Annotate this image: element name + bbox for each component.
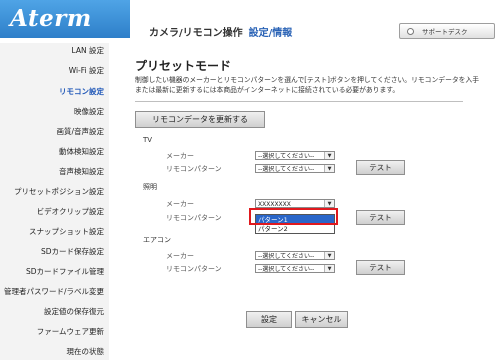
- light-pattern-label: リモコンパターン: [166, 214, 222, 222]
- section-light-heading: 照明: [143, 183, 157, 191]
- sidebar-item-status[interactable]: 現在の状態: [67, 346, 105, 357]
- light-maker-label: メーカー: [166, 200, 194, 208]
- sidebar-item-lan[interactable]: LAN 設定: [72, 45, 104, 56]
- tv-maker-select[interactable]: --選択してください-- ▼: [255, 151, 335, 160]
- light-maker-value: XXXXXXXX: [258, 201, 291, 208]
- sidebar-item-admin-password[interactable]: 管理者パスワード/ラベル変更: [4, 286, 104, 297]
- sidebar-item-video[interactable]: 映像設定: [74, 106, 104, 117]
- description-text: 制御したい機器のメーカーとリモコンパターンを選んで[テスト]ボタンを押してくださ…: [135, 76, 480, 94]
- chevron-down-icon: ▼: [324, 165, 334, 172]
- highlight-box: [249, 208, 338, 225]
- aircon-maker-select[interactable]: --選択してください-- ▼: [255, 251, 335, 260]
- chevron-down-icon: ▼: [324, 200, 334, 207]
- dropdown-option-pattern2[interactable]: パターン2: [256, 225, 334, 234]
- sidebar-item-remote[interactable]: リモコン設定: [59, 86, 104, 97]
- save-button[interactable]: 設定: [246, 311, 292, 328]
- sidebar-item-quality-audio[interactable]: 画質/音声設定: [56, 126, 104, 137]
- header-title-sub: 設定/情報: [248, 28, 293, 39]
- header: Aterm カメラ/リモコン操作 設定/情報 サポートデスク: [0, 0, 500, 44]
- tv-maker-value: --選択してください--: [258, 153, 315, 160]
- sidebar-item-backup-restore[interactable]: 設定値の保存復元: [44, 306, 104, 317]
- header-title-main: カメラ/リモコン操作: [149, 28, 243, 39]
- chevron-down-icon: ▼: [324, 152, 334, 159]
- tv-pattern-select[interactable]: --選択してください-- ▼: [255, 164, 335, 173]
- light-test-button[interactable]: テスト: [356, 210, 405, 225]
- chevron-down-icon: ▼: [324, 265, 334, 272]
- sidebar-item-firmware[interactable]: ファームウェア更新: [37, 326, 104, 337]
- aircon-maker-label: メーカー: [166, 252, 194, 260]
- aircon-pattern-label: リモコンパターン: [166, 265, 222, 273]
- sidebar-item-sound-detect[interactable]: 音声検知設定: [59, 166, 104, 177]
- aircon-pattern-select[interactable]: --選択してください-- ▼: [255, 264, 335, 273]
- sidebar-item-sd-save[interactable]: SDカード保存設定: [41, 246, 104, 257]
- page-header-title: カメラ/リモコン操作 設定/情報: [149, 24, 292, 39]
- logo-text: Aterm: [10, 5, 92, 32]
- chevron-down-icon: ▼: [324, 252, 334, 259]
- aircon-pattern-value: --選択してください--: [258, 266, 315, 273]
- sidebar-item-preset-position[interactable]: プリセットポジション設定: [14, 186, 104, 197]
- section-tv-heading: TV: [143, 136, 153, 144]
- sidebar-nav: LAN 設定 Wi-Fi 設定 リモコン設定 映像設定 画質/音声設定 動体検知…: [0, 43, 109, 360]
- aircon-maker-value: --選択してください--: [258, 253, 315, 260]
- tv-maker-label: メーカー: [166, 152, 194, 160]
- cancel-button[interactable]: キャンセル: [295, 311, 348, 328]
- sidebar-item-sd-files[interactable]: SDカードファイル管理: [26, 266, 104, 277]
- tv-pattern-label: リモコンパターン: [166, 165, 222, 173]
- update-remote-data-button[interactable]: リモコンデータを更新する: [135, 111, 265, 128]
- sidebar-item-snapshot[interactable]: スナップショット設定: [29, 226, 104, 237]
- light-maker-select[interactable]: XXXXXXXX ▼: [255, 199, 335, 208]
- aterm-logo[interactable]: Aterm: [0, 0, 130, 38]
- section-aircon-heading: エアコン: [143, 236, 171, 244]
- main-content: プリセットモード 制御したい機器のメーカーとリモコンパターンを選んで[テスト]ボ…: [109, 43, 500, 360]
- support-desk-button[interactable]: サポートデスク: [399, 23, 495, 39]
- divider: [135, 101, 463, 102]
- sidebar-item-wifi[interactable]: Wi-Fi 設定: [69, 65, 104, 76]
- page-title: プリセットモード: [135, 59, 232, 73]
- tv-pattern-value: --選択してください--: [258, 166, 315, 173]
- aircon-test-button[interactable]: テスト: [356, 260, 405, 275]
- sidebar-item-motion[interactable]: 動体検知設定: [59, 146, 104, 157]
- radio-dot-icon: [407, 27, 414, 35]
- tv-test-button[interactable]: テスト: [356, 160, 405, 175]
- support-desk-label: サポートデスク: [422, 28, 468, 36]
- sidebar-item-video-clip[interactable]: ビデオクリップ設定: [37, 206, 104, 217]
